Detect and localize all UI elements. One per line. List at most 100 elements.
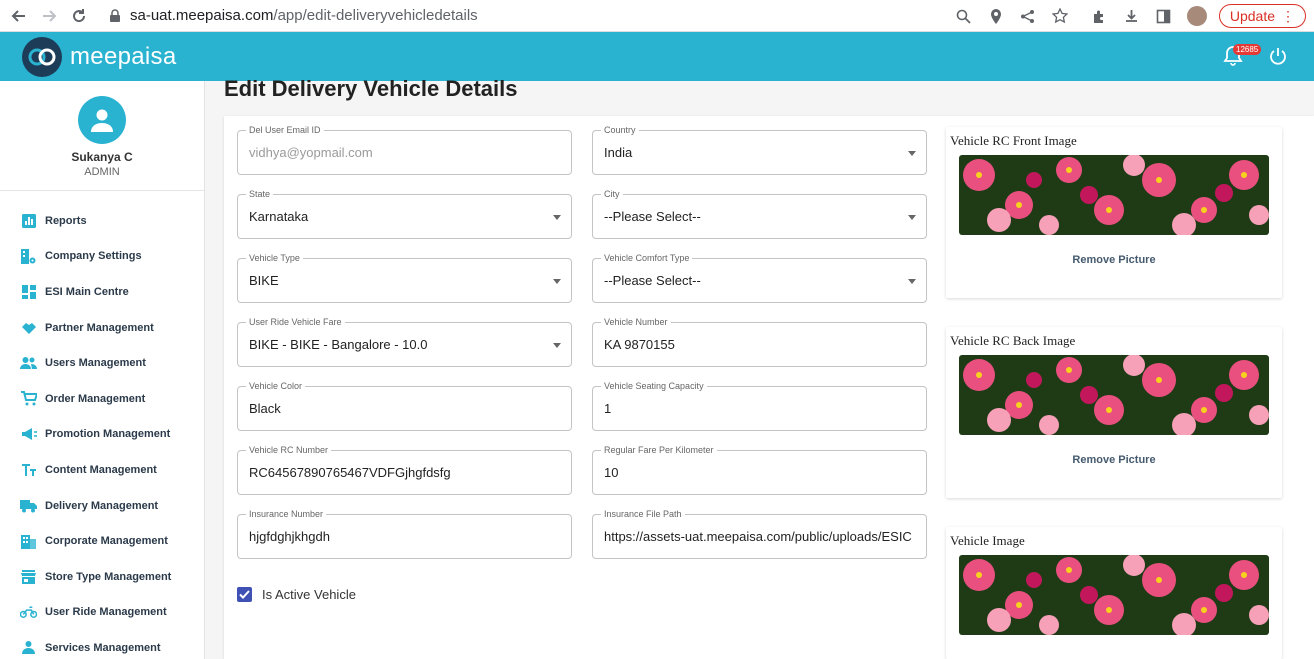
cart-icon [20,390,37,407]
sidebar-item-users-management[interactable]: Users Management [0,345,204,381]
sidebar: Sukanya C ADMIN Reports Company Settings… [0,81,205,659]
user-ride-vehicle-fare-select[interactable]: User Ride Vehicle Fare BIKE - BIKE - Ban… [237,316,572,367]
sidebar-item-reports[interactable]: Reports [0,203,204,239]
building-icon [20,533,37,550]
field-value: BIKE - BIKE - Bangalore - 10.0 [249,337,428,352]
vehicle-type-select[interactable]: Vehicle Type BIKE [237,252,572,303]
avatar[interactable] [78,96,126,144]
more-vert-icon: ⋮ [1281,7,1295,24]
dropdown-arrow-icon [553,279,561,284]
reload-icon[interactable] [68,5,90,27]
dashboard-icon [20,283,37,300]
sidebar-item-user-ride-management[interactable]: User Ride Management [0,595,204,631]
city-select[interactable]: City --Please Select-- [592,188,927,239]
sidebar-item-promotion-management[interactable]: Promotion Management [0,417,204,453]
dropdown-arrow-icon [553,343,561,348]
image-card-title: Vehicle RC Front Image [950,133,1077,148]
vehicle-rc-number-field[interactable]: Vehicle RC Number RC64567890765467VDFGjh… [237,444,572,495]
insurance-file-path-field[interactable]: Insurance File Path https://assets-uat.m… [592,508,927,559]
app-header: meepaisa 12685 [0,32,1314,81]
services-icon [20,639,37,656]
notification-count-badge: 12685 [1233,44,1262,55]
dropdown-arrow-icon [908,279,916,284]
field-label: Del User Email ID [246,124,324,136]
download-icon[interactable] [1121,5,1143,27]
zoom-icon[interactable] [953,5,975,27]
sidebar-item-corporate-management[interactable]: Corporate Management [0,523,204,559]
location-pin-icon[interactable] [985,5,1007,27]
sidebar-item-label: Delivery Management [45,499,159,512]
sidebar-item-services-management[interactable]: Services Management [0,630,204,659]
brand-logo[interactable]: meepaisa [22,36,176,77]
field-label: State [246,188,274,200]
extensions-icon[interactable] [1089,5,1111,27]
vehicle-color-field[interactable]: Vehicle Color Black [237,380,572,431]
field-label: Vehicle Number [601,316,671,328]
rc-back-image [959,355,1269,435]
company-settings-icon [20,248,37,265]
sidebar-item-label: User Ride Management [45,606,167,619]
bookmark-star-icon[interactable] [1049,5,1071,27]
sidebar-item-esi-main-centre[interactable]: ESI Main Centre [0,274,204,310]
sidebar-item-delivery-management[interactable]: Delivery Management [0,488,204,524]
field-label: Vehicle Type [246,252,303,264]
sidebar-item-label: Company Settings [45,250,142,263]
people-icon [20,355,37,372]
share-icon[interactable] [1017,5,1039,27]
sidebar-item-partner-management[interactable]: Partner Management [0,310,204,346]
vehicle-seating-capacity-field[interactable]: Vehicle Seating Capacity 1 [592,380,927,431]
text-fields-icon [20,461,37,478]
field-value: RC64567890765467VDFGjhgfdsfg [249,465,451,480]
field-label: Vehicle Color [246,380,306,392]
forward-icon[interactable] [38,5,60,27]
field-value: KA 9870155 [604,337,675,352]
field-label: Insurance Number [246,508,327,520]
store-icon [20,568,37,585]
user-role: ADMIN [84,166,120,178]
dropdown-arrow-icon [908,151,916,156]
state-select[interactable]: State Karnataka [237,188,572,239]
sidebar-item-label: Reports [45,214,87,227]
vehicle-comfort-type-select[interactable]: Vehicle Comfort Type --Please Select-- [592,252,927,303]
bar-chart-icon [20,212,37,229]
rc-front-image-card: Vehicle RC Front Image Remove Picture [946,127,1282,298]
field-value: Black [249,401,281,416]
field-value: hjgfdghjkhgdh [249,529,330,544]
page-title: Edit Delivery Vehicle Details [224,76,518,101]
field-value: India [604,145,633,160]
field-value: --Please Select-- [604,273,701,288]
remove-rc-front-picture-button[interactable]: Remove Picture [946,254,1282,266]
sidebar-item-label: Users Management [45,357,146,370]
field-value: Karnataka [249,209,309,224]
address-bar[interactable]: sa-uat.meepaisa.com/app/edit-deliveryveh… [108,7,478,24]
checkbox-checked-icon[interactable] [237,587,252,602]
image-card-title: Vehicle Image [950,533,1025,548]
browser-profile-avatar[interactable] [1186,6,1207,26]
regular-fare-per-km-field[interactable]: Regular Fare Per Kilometer 10 [592,444,927,495]
country-select[interactable]: Country India [592,124,927,175]
user-profile: Sukanya C ADMIN [0,81,204,191]
remove-rc-back-picture-button[interactable]: Remove Picture [946,454,1282,466]
sidebar-item-label: Store Type Management [45,570,172,583]
sidebar-item-store-type-management[interactable]: Store Type Management [0,559,204,595]
sidebar-item-label: ESI Main Centre [45,285,129,298]
field-label: Vehicle RC Number [246,444,332,456]
insurance-number-field[interactable]: Insurance Number hjgfdghjkhgdh [237,508,572,559]
update-label: Update [1229,8,1275,24]
user-name: Sukanya C [71,150,133,164]
sidebar-item-label: Promotion Management [45,428,171,441]
power-logout-icon[interactable] [1268,46,1288,66]
sidebar-item-content-management[interactable]: Content Management [0,452,204,488]
vehicle-number-field[interactable]: Vehicle Number KA 9870155 [592,316,927,367]
del-user-email-field[interactable]: Del User Email ID vidhya@yopmail.com [237,124,572,175]
sidebar-item-order-management[interactable]: Order Management [0,381,204,417]
sidebar-item-company-settings[interactable]: Company Settings [0,239,204,275]
field-value: 1 [604,401,612,416]
motorcycle-icon [20,604,37,621]
sidebar-item-label: Services Management [45,641,161,654]
back-icon[interactable] [8,5,30,27]
browser-update-button[interactable]: Update ⋮ [1218,4,1306,28]
is-active-vehicle-checkbox[interactable]: Is Active Vehicle [237,587,356,602]
vehicle-image [959,555,1269,635]
side-panel-icon[interactable] [1153,5,1175,27]
